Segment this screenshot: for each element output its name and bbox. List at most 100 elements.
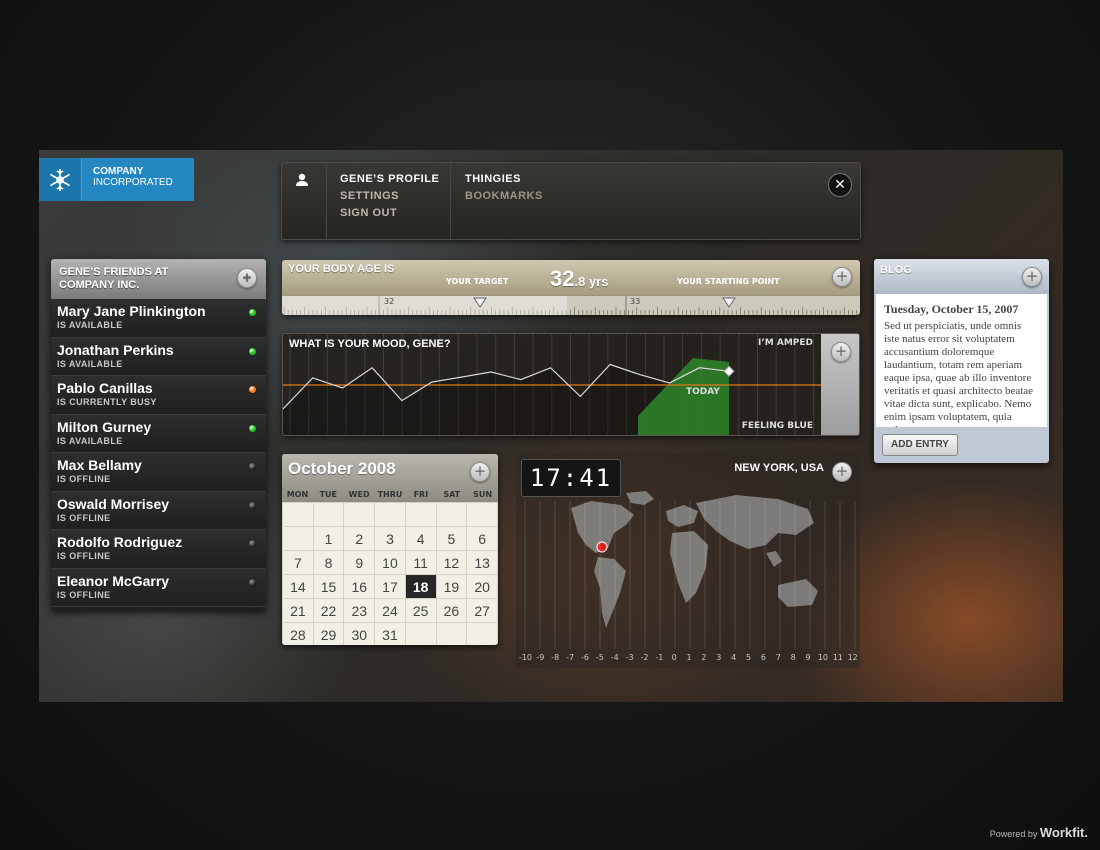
calendar-day[interactable]: 24	[374, 598, 406, 623]
sign-out-link[interactable]: SIGN OUT	[340, 205, 439, 222]
calendar-day[interactable]: 16	[343, 574, 376, 599]
calendar-day[interactable]: 8	[312, 550, 345, 575]
calendar-day[interactable]: 11	[404, 550, 437, 575]
calendar-day[interactable]: 26	[435, 598, 468, 623]
timezone-label[interactable]: 8	[786, 653, 801, 662]
calendar-empty-cell	[466, 622, 498, 645]
calendar-day[interactable]: 13	[466, 550, 498, 575]
calendar-day[interactable]: 28	[282, 622, 314, 645]
company-logo[interactable]: COMPANY INCORPORATED	[39, 158, 194, 201]
calendar-day[interactable]: 4	[404, 526, 437, 551]
timezone-label[interactable]: -2	[637, 653, 652, 662]
friend-item[interactable]: Jonathan Perkins IS AVAILABLE	[51, 337, 266, 376]
timezone-label[interactable]: -6	[578, 653, 593, 662]
timezone-label[interactable]: 7	[771, 653, 786, 662]
timezone-label[interactable]: -1	[652, 653, 667, 662]
friend-item[interactable]: Max Bellamy IS OFFLINE	[51, 453, 266, 492]
calendar-day[interactable]: 7	[282, 550, 314, 575]
friends-title-line2: COMPANY INC.	[59, 279, 140, 291]
timezone-label[interactable]: -4	[607, 653, 622, 662]
add-entry-button[interactable]: ADD ENTRY	[882, 434, 958, 456]
calendar-empty-cell	[435, 502, 468, 527]
calendar-day[interactable]: 6	[466, 526, 498, 551]
timezone-label[interactable]: -7	[563, 653, 578, 662]
friend-name: Mary Jane Plinkington	[57, 303, 206, 319]
body-age-add-button[interactable]: +	[832, 267, 852, 287]
close-button[interactable]: ✕	[828, 173, 852, 197]
clock-city[interactable]: NEW YORK, USA	[734, 462, 824, 474]
bookmarks-link[interactable]: BOOKMARKS	[465, 188, 543, 205]
calendar-day[interactable]: 23	[343, 598, 376, 623]
calendar-day[interactable]: 25	[404, 598, 437, 623]
location-pin-icon[interactable]	[596, 541, 608, 553]
blog-post[interactable]: Tuesday, October 15, 2007 Sed ut perspic…	[876, 294, 1047, 427]
calendar-day[interactable]: 19	[435, 574, 468, 599]
friend-item[interactable]: Mary Jane Plinkington IS AVAILABLE	[51, 299, 266, 338]
timezone-scale: -10 -9 -8 -7 -6 -5 -4 -3 -2 -1 0 1 2 3 4 5 6 7 8 9 10 11 12	[516, 653, 860, 662]
calendar-day[interactable]: 17	[374, 574, 406, 599]
calendar-empty-cell	[312, 502, 345, 527]
timezone-label[interactable]: 5	[741, 653, 756, 662]
calendar-add-button[interactable]: +	[470, 462, 490, 482]
weekday-label: THRU	[377, 490, 403, 499]
mood-add-button[interactable]: +	[831, 342, 851, 362]
calendar-day[interactable]: 18	[404, 574, 437, 599]
friend-item[interactable]: Milton Gurney IS AVAILABLE	[51, 414, 266, 453]
timezone-label[interactable]: 3	[711, 653, 726, 662]
timezone-label[interactable]: -8	[548, 653, 563, 662]
target-marker-icon[interactable]	[473, 293, 487, 312]
calendar-day[interactable]: 5	[435, 526, 468, 551]
calendar-day[interactable]: 12	[435, 550, 468, 575]
timezone-label[interactable]: 0	[667, 653, 682, 662]
calendar-empty-cell	[343, 502, 376, 527]
friend-item[interactable]: Eleanor McGarry IS OFFLINE	[51, 568, 266, 607]
blog-add-button[interactable]: +	[1022, 267, 1042, 287]
profile-title[interactable]: GENE’S PROFILE	[340, 171, 439, 188]
feeling-blue-label: FEELING BLUE	[741, 421, 813, 431]
timezone-label[interactable]: 1	[682, 653, 697, 662]
calendar-day[interactable]: 10	[374, 550, 406, 575]
friend-name: Rodolfo Rodriguez	[57, 534, 183, 550]
timezone-label[interactable]: -9	[533, 653, 548, 662]
profile-menu-bar: GENE’S PROFILE SETTINGS SIGN OUT THINGIE…	[281, 162, 861, 240]
friend-item[interactable]: Pablo Canillas IS CURRENTLY BUSY	[51, 376, 266, 415]
thingies-link[interactable]: THINGIES	[465, 171, 543, 188]
body-age-value-main: 32	[550, 266, 575, 291]
friend-item[interactable]: Rodolfo Rodriguez IS OFFLINE	[51, 530, 266, 569]
friend-status: IS OFFLINE	[57, 551, 111, 561]
calendar-day[interactable]: 2	[343, 526, 376, 551]
calendar-day[interactable]: 22	[312, 598, 345, 623]
calendar-day[interactable]: 1	[312, 526, 345, 551]
calendar-day[interactable]: 21	[282, 598, 314, 623]
calendar-widget: October 2008 + MON TUE WED THRU FRI SAT SUN 12…	[282, 454, 498, 645]
timezone-label[interactable]: 11	[830, 653, 845, 662]
settings-link[interactable]: SETTINGS	[340, 188, 439, 205]
calendar-day[interactable]: 20	[466, 574, 498, 599]
friend-status: IS AVAILABLE	[57, 320, 123, 330]
timezone-label[interactable]: 2	[697, 653, 712, 662]
calendar-day[interactable]: 3	[374, 526, 406, 551]
calendar-day[interactable]: 15	[312, 574, 345, 599]
add-friend-button[interactable]: +	[237, 268, 257, 288]
powered-by: Powered by Workfit.	[990, 825, 1088, 840]
timezone-label[interactable]: 10	[816, 653, 831, 662]
world-clock-add-button[interactable]: +	[832, 462, 852, 482]
calendar-day[interactable]: 29	[312, 622, 345, 645]
calendar-day[interactable]: 31	[374, 622, 406, 645]
starting-point-marker-icon[interactable]	[722, 293, 736, 312]
timezone-label[interactable]: -10	[518, 653, 533, 662]
timezone-label[interactable]: -5	[592, 653, 607, 662]
calendar-day[interactable]: 27	[466, 598, 498, 623]
calendar-day[interactable]: 9	[343, 550, 376, 575]
timezone-label[interactable]: 4	[726, 653, 741, 662]
timezone-label[interactable]: 12	[845, 653, 860, 662]
calendar-day[interactable]: 14	[282, 574, 314, 599]
timezone-label[interactable]: 6	[756, 653, 771, 662]
friend-item[interactable]: Oswald Morrisey IS OFFLINE	[51, 491, 266, 530]
timezone-label[interactable]: 9	[801, 653, 816, 662]
timezone-label[interactable]: -3	[622, 653, 637, 662]
today-label: TODAY	[686, 387, 720, 397]
calendar-day[interactable]: 30	[343, 622, 376, 645]
weekday-label: MON	[286, 490, 309, 499]
user-icon[interactable]	[294, 172, 310, 192]
